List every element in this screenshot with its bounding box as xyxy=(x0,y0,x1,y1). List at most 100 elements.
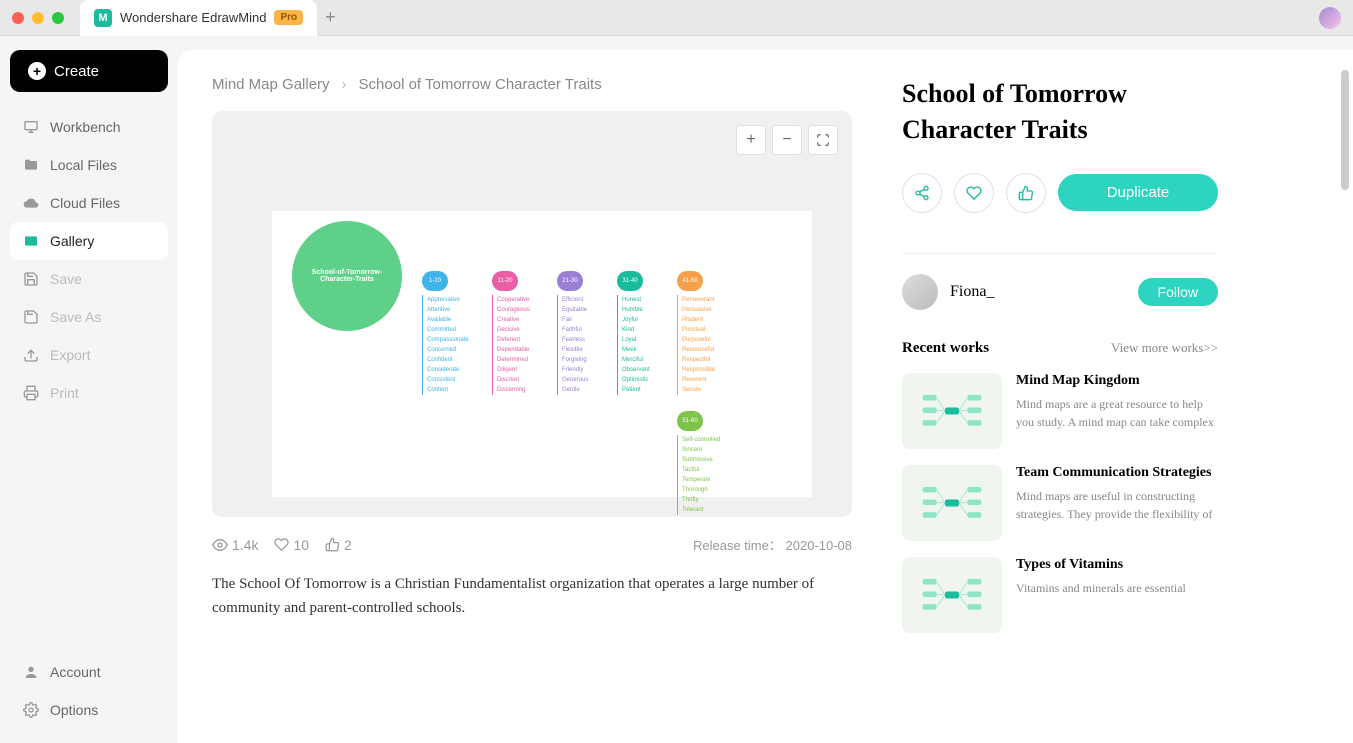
sidebar-item-save[interactable]: Save xyxy=(10,260,168,298)
app-tab-title: Wondershare EdrawMind xyxy=(120,10,266,25)
mindmap-trait: Appreciative xyxy=(427,295,482,305)
pro-badge: Pro xyxy=(274,10,303,25)
close-window-button[interactable] xyxy=(12,12,24,24)
mindmap-trait: Punctual xyxy=(682,325,737,335)
mindmap-range-node: 1-10 xyxy=(422,271,448,291)
mindmap-trait: Forgiving xyxy=(562,355,617,365)
mindmap-trait: Persuasive xyxy=(682,305,737,315)
new-tab-button[interactable]: + xyxy=(325,7,336,28)
mindmap-trait: Diligent xyxy=(497,365,552,375)
mindmap-trait: Determined xyxy=(497,355,552,365)
work-title: Team Communication Strategies xyxy=(1016,465,1218,481)
export-icon xyxy=(22,346,40,364)
minimize-window-button[interactable] xyxy=(32,12,44,24)
sidebar-item-label: Cloud Files xyxy=(50,195,120,211)
recent-works-header: Recent works View more works>> xyxy=(902,340,1218,357)
scrollbar[interactable] xyxy=(1341,70,1349,190)
fullscreen-button[interactable] xyxy=(808,125,838,155)
mindmap-trait: Loyal xyxy=(622,335,677,345)
work-item[interactable]: Mind Map Kingdom Mind maps are a great r… xyxy=(902,373,1218,449)
description: The School Of Tomorrow is a Christian Fu… xyxy=(212,572,852,620)
sidebar-item-export[interactable]: Export xyxy=(10,336,168,374)
sidebar-item-options[interactable]: Options xyxy=(10,691,168,729)
stats-row: 1.4k 10 2 Release time： 2020-10-08 xyxy=(212,535,852,554)
views-stat: 1.4k xyxy=(212,537,258,553)
sidebar-item-save-as[interactable]: Save As xyxy=(10,298,168,336)
mindmap-trait: Responsible xyxy=(682,365,737,375)
mindmap-trait: Confident xyxy=(427,355,482,365)
like-button[interactable] xyxy=(1006,173,1046,213)
eye-icon xyxy=(212,537,228,553)
zoom-in-button[interactable]: + xyxy=(736,125,766,155)
mindmap-trait: Tolerant xyxy=(682,505,737,515)
release-date: 2020-10-08 xyxy=(786,538,853,553)
work-item[interactable]: Types of Vitamins Vitamins and minerals … xyxy=(902,557,1218,633)
titlebar: M Wondershare EdrawMind Pro + xyxy=(0,0,1353,36)
sidebar-item-label: Options xyxy=(50,702,98,718)
sidebar-item-gallery[interactable]: Gallery xyxy=(10,222,168,260)
sidebar-item-workbench[interactable]: Workbench xyxy=(10,108,168,146)
mindmap-range-node: 31-40 xyxy=(617,271,643,291)
sidebar-item-print[interactable]: Print xyxy=(10,374,168,412)
work-thumbnail xyxy=(902,465,1002,541)
duplicate-button[interactable]: Duplicate xyxy=(1058,174,1218,211)
breadcrumb-root[interactable]: Mind Map Gallery xyxy=(212,76,330,93)
follow-button[interactable]: Follow xyxy=(1138,278,1218,306)
mindmap-trait: Submissive xyxy=(682,455,737,465)
create-button[interactable]: + Create xyxy=(10,50,168,92)
mindmap-range-node: 51-60 xyxy=(677,411,703,431)
sidebar-item-account[interactable]: Account xyxy=(10,653,168,691)
mindmap-trait: Self-controlled xyxy=(682,435,737,445)
mindmap-trait: Courageous xyxy=(497,305,552,315)
work-title: Mind Map Kingdom xyxy=(1016,373,1218,389)
views-count: 1.4k xyxy=(232,537,258,553)
app-logo-icon: M xyxy=(94,9,112,27)
mindmap-trait: Purposeful xyxy=(682,335,737,345)
work-description: Mind maps are useful in constructing str… xyxy=(1016,487,1218,523)
mindmap-trait: Creative xyxy=(497,315,552,325)
work-title: Types of Vitamins xyxy=(1016,557,1218,573)
create-label: Create xyxy=(54,63,99,80)
mindmap-trait: Deferent xyxy=(497,335,552,345)
favorite-button[interactable] xyxy=(954,173,994,213)
mindmap-trait: Prudent xyxy=(682,315,737,325)
mindmap-trait: Observant xyxy=(622,365,677,375)
mindmap-trait: Compassionate xyxy=(427,335,482,345)
likes-stat: 10 xyxy=(274,537,309,553)
window-controls xyxy=(12,12,64,24)
mindmap-trait: Thrifty xyxy=(682,495,737,505)
user-avatar[interactable] xyxy=(1319,7,1341,29)
sidebar-item-local-files[interactable]: Local Files xyxy=(10,146,168,184)
sidebar-item-cloud-files[interactable]: Cloud Files xyxy=(10,184,168,222)
work-description: Mind maps are a great resource to help y… xyxy=(1016,395,1218,431)
mindmap-trait: Temperate xyxy=(682,475,737,485)
author-name[interactable]: Fiona_ xyxy=(950,283,1126,301)
mindmap-trait: Flexible xyxy=(562,345,617,355)
chevron-right-icon: › xyxy=(342,76,347,93)
thumbs-up-icon xyxy=(325,537,340,552)
share-button[interactable] xyxy=(902,173,942,213)
app-tab[interactable]: M Wondershare EdrawMind Pro xyxy=(80,0,317,36)
mindmap-items: CooperativeCourageousCreativeDecisiveDef… xyxy=(492,295,552,395)
sidebar: + Create Workbench Local Files Cloud Fil… xyxy=(0,36,178,743)
mindmap-trait: Tactful xyxy=(682,465,737,475)
cloud-icon xyxy=(22,194,40,212)
mindmap-column: 21-30EfficientEquitableFairFaithfulFearl… xyxy=(557,271,617,395)
maximize-window-button[interactable] xyxy=(52,12,64,24)
mindmap-trait: Kind xyxy=(622,325,677,335)
author-avatar[interactable] xyxy=(902,274,938,310)
view-more-link[interactable]: View more works>> xyxy=(1111,340,1218,356)
save-as-icon xyxy=(22,308,40,326)
mindmap-trait: Humble xyxy=(622,305,677,315)
plus-icon: + xyxy=(28,62,46,80)
mindmap-trait: Discerning xyxy=(497,385,552,395)
mindmap-trait: Thorough xyxy=(682,485,737,495)
recent-works-title: Recent works xyxy=(902,340,989,357)
work-item[interactable]: Team Communication Strategies Mind maps … xyxy=(902,465,1218,541)
mindmap-trait: Perseverant xyxy=(682,295,737,305)
mindmap-canvas[interactable]: School-of-Tomorrow-Character-Traits 1-10… xyxy=(272,211,812,497)
sidebar-item-label: Export xyxy=(50,347,90,363)
sidebar-item-label: Save As xyxy=(50,309,101,325)
workbench-icon xyxy=(22,118,40,136)
zoom-out-button[interactable]: − xyxy=(772,125,802,155)
